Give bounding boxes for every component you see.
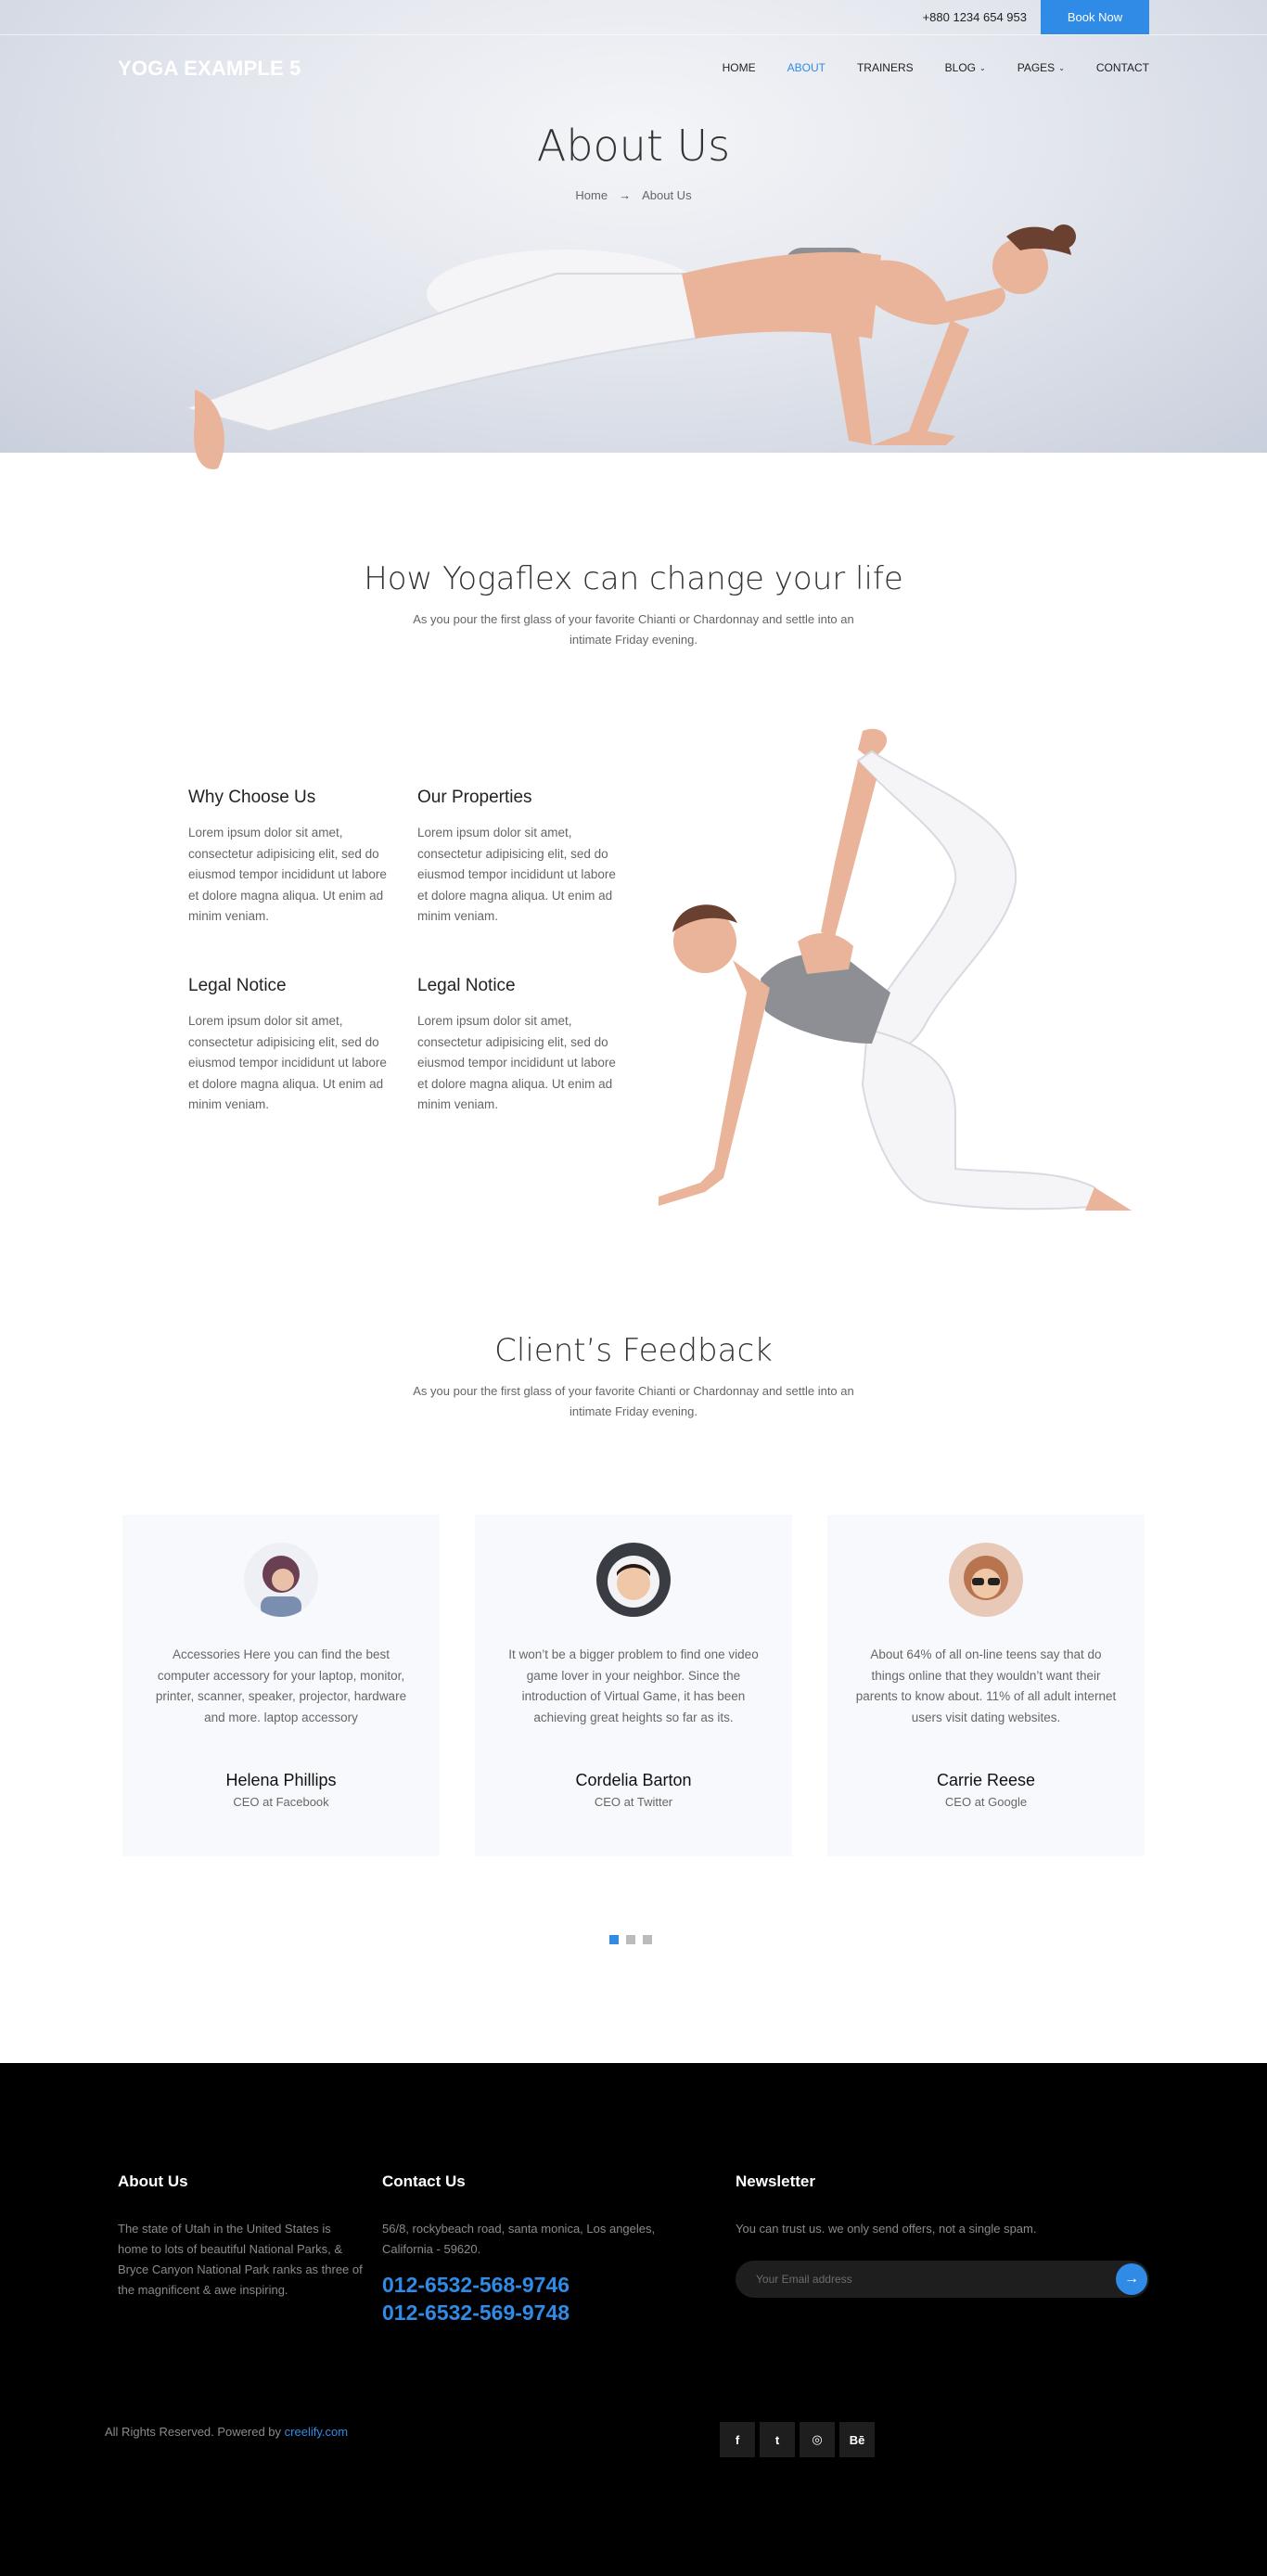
nav-pages[interactable]: PAGES ⌄	[1017, 61, 1065, 74]
newsletter-submit-button[interactable]: →	[1116, 2263, 1147, 2295]
page: +880 1234 654 953 Book Now YOGA EXAMPLE …	[0, 0, 1267, 2576]
testimonial-card: About 64% of all on-line teens say that …	[827, 1515, 1145, 1856]
site-logo[interactable]: YOGA EXAMPLE 5	[118, 57, 301, 81]
nav-label: TRAINERS	[856, 61, 914, 74]
twitter-icon[interactable]: t	[760, 2422, 795, 2457]
avatar	[244, 1543, 318, 1617]
nav-label: ABOUT	[787, 61, 825, 74]
nav-trainers[interactable]: TRAINERS	[857, 61, 914, 74]
avatar	[596, 1543, 671, 1617]
testimonial-quote: Accessories Here you can find the best c…	[155, 1647, 407, 1724]
arrow-right-icon: →	[619, 188, 632, 202]
nav-label: PAGES	[1017, 61, 1056, 74]
header-phone: +880 1234 654 953	[922, 10, 1027, 24]
footer-about-text: The state of Utah in the United States i…	[118, 2222, 363, 2297]
copyright-text: All Rights Reserved. Powered by	[105, 2425, 285, 2439]
footer: About Us The state of Utah in the United…	[0, 2063, 1267, 2576]
testimonial-name: Cordelia Barton	[575, 1771, 692, 1789]
feature-text: Lorem ipsum dolor sit amet, consectetur …	[188, 1014, 387, 1111]
breadcrumb-current: About Us	[642, 188, 692, 202]
feature-title: Why Choose Us	[188, 788, 316, 807]
feature-text: Lorem ipsum dolor sit amet, consectetur …	[417, 1014, 616, 1111]
testimonial-role: CEO at Facebook	[233, 1795, 329, 1809]
footer-newsletter-text: You can trust us. we only send offers, n…	[736, 2222, 1037, 2236]
feature-title: Legal Notice	[188, 976, 287, 995]
arrow-right-icon: →	[1124, 2271, 1139, 2287]
footer-contact-title: Contact Us	[382, 2172, 466, 2190]
feedback-subtitle: As you pour the first glass of your favo…	[413, 1384, 854, 1418]
testimonial-quote: About 64% of all on-line teens say that …	[855, 1647, 1117, 1724]
chevron-down-icon: ⌄	[979, 63, 986, 72]
newsletter-form: →	[736, 2261, 1149, 2298]
book-now-button[interactable]: Book Now	[1041, 0, 1149, 34]
testimonial-name: Carrie Reese	[936, 1771, 1036, 1789]
feature-why-choose-us: Why Choose Us Lorem ipsum dolor sit amet…	[188, 788, 392, 928]
behance-icon[interactable]: Bē	[839, 2422, 875, 2457]
main-nav: HOME ABOUT TRAINERS BLOG ⌄ PAGES ⌄ CONTACT	[691, 61, 1149, 74]
footer-newsletter: Newsletter You can trust us. we only sen…	[736, 2172, 1149, 2239]
feature-legal-notice-2: Legal Notice Lorem ipsum dolor sit amet,…	[417, 976, 621, 1116]
nav-blog[interactable]: BLOG ⌄	[945, 61, 986, 74]
footer-phone-1[interactable]: 012-6532-568-9746	[382, 2271, 693, 2299]
footer-newsletter-title: Newsletter	[736, 2172, 815, 2190]
nav-about[interactable]: ABOUT	[787, 61, 825, 74]
social-links: f t ◎ Bē	[720, 2422, 875, 2457]
intro-subtitle: As you pour the first glass of your favo…	[413, 612, 854, 647]
chevron-down-icon: ⌄	[1058, 63, 1065, 72]
carousel-dot[interactable]	[626, 1935, 635, 1944]
yoga-plank-image	[182, 224, 1076, 469]
footer-about-title: About Us	[118, 2172, 188, 2190]
testimonial-card: Accessories Here you can find the best c…	[122, 1515, 440, 1856]
testimonial-quote: It won’t be a bigger problem to find one…	[508, 1647, 759, 1724]
testimonial-name: Helena Phillips	[225, 1771, 337, 1789]
carousel-pagination	[609, 1935, 652, 1944]
page-title: About Us	[536, 121, 731, 171]
nav-label: CONTACT	[1095, 61, 1149, 74]
intro-title: How Yogaflex can change your life	[364, 560, 903, 597]
feature-title: Legal Notice	[417, 976, 516, 995]
newsletter-email-input[interactable]	[756, 2261, 1090, 2298]
dribbble-icon[interactable]: ◎	[800, 2422, 835, 2457]
footer-contact: Contact Us 56/8, rockybeach road, santa …	[382, 2172, 693, 2326]
nav-home[interactable]: HOME	[723, 61, 756, 74]
feature-text: Lorem ipsum dolor sit amet, consectetur …	[417, 826, 616, 923]
footer-about: About Us The state of Utah in the United…	[118, 2172, 364, 2300]
top-bar: +880 1234 654 953 Book Now	[0, 0, 1267, 35]
facebook-icon[interactable]: f	[720, 2422, 755, 2457]
copyright-link[interactable]: creelify.com	[285, 2425, 348, 2439]
feature-legal-notice: Legal Notice Lorem ipsum dolor sit amet,…	[188, 976, 392, 1116]
nav-contact[interactable]: CONTACT	[1096, 61, 1149, 74]
feature-title: Our Properties	[417, 788, 532, 807]
yoga-pose-image	[659, 728, 1132, 1211]
hero-banner: +880 1234 654 953 Book Now YOGA EXAMPLE …	[0, 0, 1267, 469]
feature-text: Lorem ipsum dolor sit amet, consectetur …	[188, 826, 387, 923]
footer-address: 56/8, rockybeach road, santa monica, Los…	[382, 2222, 656, 2256]
breadcrumb-home[interactable]: Home	[575, 188, 608, 202]
nav-label: BLOG	[944, 61, 977, 74]
testimonial-role: CEO at Google	[944, 1795, 1028, 1809]
avatar	[949, 1543, 1023, 1617]
feedback-title: Client’s Feedback	[494, 1332, 773, 1369]
footer-phone-2[interactable]: 012-6532-569-9748	[382, 2299, 693, 2326]
carousel-dot[interactable]	[609, 1935, 619, 1944]
copyright: All Rights Reserved. Powered by creelify…	[105, 2425, 348, 2439]
feature-our-properties: Our Properties Lorem ipsum dolor sit ame…	[417, 788, 621, 928]
testimonial-role: CEO at Twitter	[594, 1795, 673, 1809]
carousel-dot[interactable]	[643, 1935, 652, 1944]
nav-label: HOME	[722, 61, 756, 74]
breadcrumb: Home → About Us	[0, 188, 1267, 202]
testimonial-card: It won’t be a bigger problem to find one…	[475, 1515, 792, 1856]
